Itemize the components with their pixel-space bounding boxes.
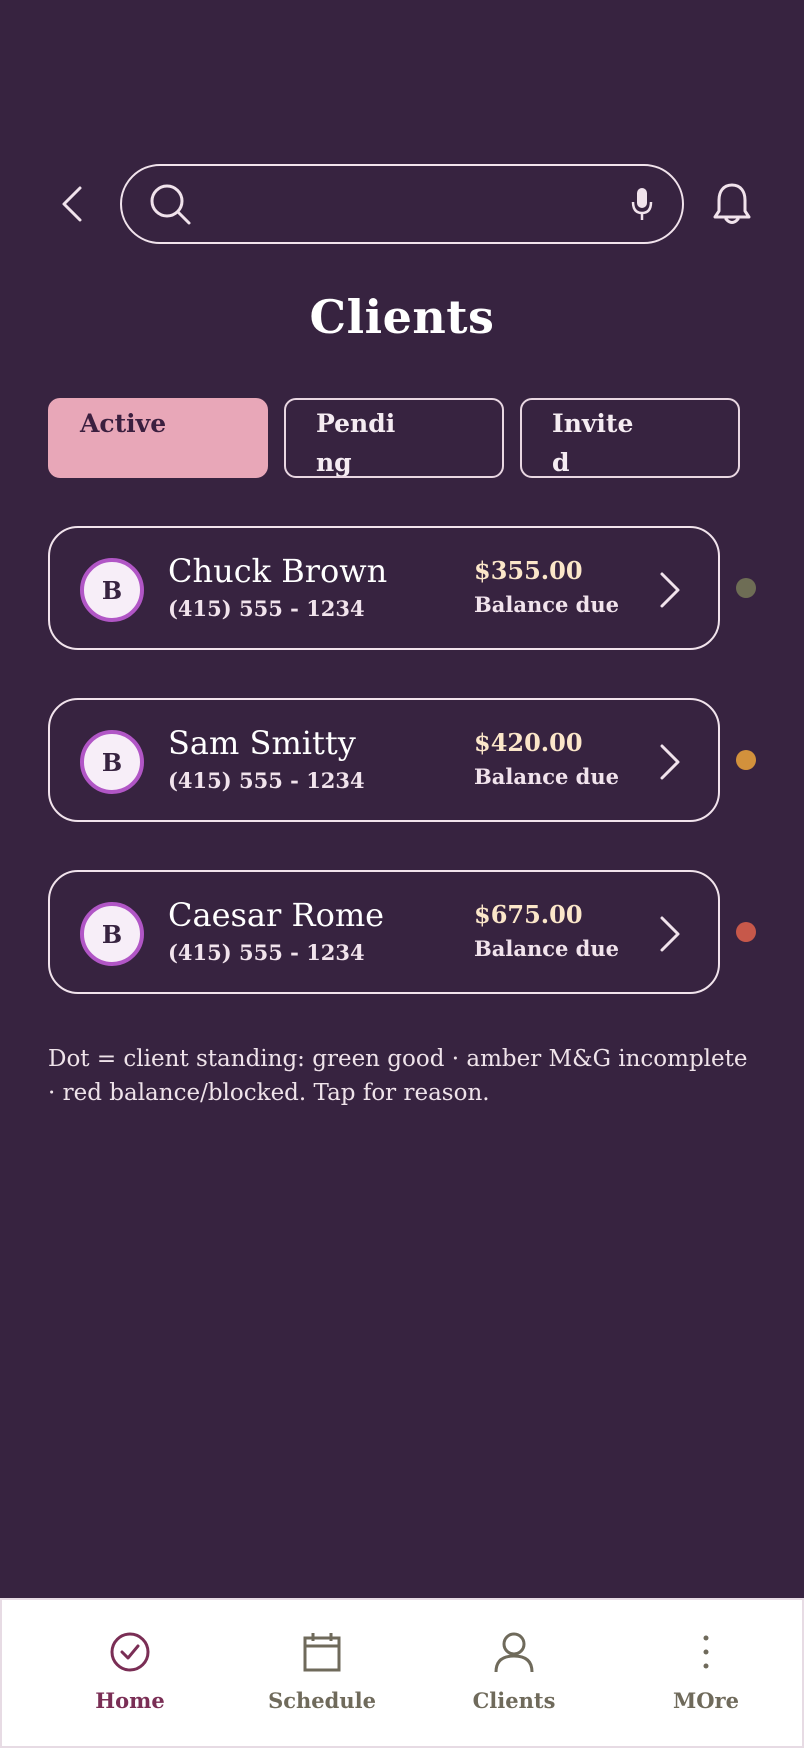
client-phone: (415) 555 - 1234	[168, 768, 365, 793]
avatar: B	[80, 558, 144, 622]
chevron-left-icon	[62, 186, 82, 222]
microphone-icon[interactable]	[622, 180, 662, 228]
balance-amount: $675.00	[474, 900, 583, 929]
client-status-tabs: Active Pending Invited	[48, 398, 740, 478]
chevron-right-icon	[650, 566, 690, 614]
tab-label: Active	[80, 409, 167, 438]
nav-label: Home	[95, 1688, 165, 1713]
chevron-right-icon	[650, 910, 690, 958]
client-phone: (415) 555 - 1234	[168, 940, 365, 965]
person-icon	[490, 1628, 538, 1676]
client-name: Chuck Brown	[168, 552, 388, 590]
client-card-caesar-rome[interactable]: B Caesar Rome (415) 555 - 1234 $675.00 B…	[48, 870, 720, 994]
nav-item-schedule[interactable]: Schedule	[222, 1600, 422, 1748]
back-button[interactable]	[52, 180, 92, 228]
tab-pending[interactable]: Pending	[284, 398, 504, 478]
notifications-button[interactable]	[708, 178, 756, 230]
balance-label: Balance due	[474, 936, 619, 961]
more-vertical-icon	[682, 1628, 730, 1676]
balance-label: Balance due	[474, 764, 619, 789]
calendar-icon	[298, 1628, 346, 1676]
nav-label: MOre	[673, 1688, 739, 1713]
search-bar[interactable]	[120, 164, 684, 244]
status-legend-note: Dot = client standing: green good · ambe…	[48, 1046, 748, 1106]
page-title: Clients	[309, 290, 495, 344]
status-dot-red[interactable]	[736, 922, 756, 942]
status-dot-good[interactable]	[736, 578, 756, 598]
nav-item-home[interactable]: Home	[30, 1600, 230, 1748]
balance-amount: $355.00	[474, 556, 583, 585]
client-phone: (415) 555 - 1234	[168, 596, 365, 621]
search-icon	[146, 180, 194, 228]
status-dot-amber[interactable]	[736, 750, 756, 770]
client-card-sam-smitty[interactable]: B Sam Smitty (415) 555 - 1234 $420.00 Ba…	[48, 698, 720, 822]
avatar: B	[80, 730, 144, 794]
tab-active[interactable]: Active	[48, 398, 268, 478]
tab-label: Invited	[552, 409, 634, 477]
client-name: Caesar Rome	[168, 896, 385, 934]
bell-icon	[713, 183, 751, 224]
nav-item-more[interactable]: MOre	[606, 1600, 804, 1748]
check-circle-icon	[106, 1628, 154, 1676]
client-card-chuck-brown[interactable]: B Chuck Brown (415) 555 - 1234 $355.00 B…	[48, 526, 720, 650]
search-input[interactable]	[194, 180, 622, 228]
avatar: B	[80, 902, 144, 966]
tab-invited[interactable]: Invited	[520, 398, 740, 478]
balance-label: Balance due	[474, 592, 619, 617]
nav-label: Schedule	[268, 1688, 376, 1713]
balance-amount: $420.00	[474, 728, 583, 757]
client-name: Sam Smitty	[168, 724, 356, 762]
chevron-right-icon	[650, 738, 690, 786]
tab-label: Pending	[316, 409, 396, 477]
nav-label: Clients	[472, 1688, 556, 1713]
nav-item-clients[interactable]: Clients	[414, 1600, 614, 1748]
bottom-navigation: Home Schedule Clients MOre	[0, 1598, 804, 1748]
